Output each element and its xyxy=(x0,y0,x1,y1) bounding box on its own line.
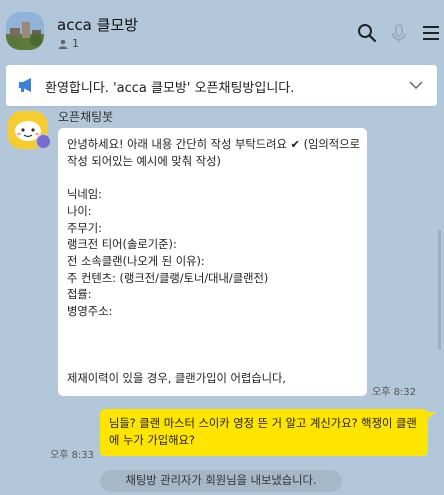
outgoing-message-text: 님들? 클랜 마스터 스이카 영정 뜬 거 알고 계신가요? 핵쟁이 클랜에 누… xyxy=(109,417,417,447)
notice-text: 환영합니다. 'acca 클모방' 오픈채팅방입니다. xyxy=(45,81,295,96)
room-title: acca 클모방 xyxy=(57,16,139,34)
incoming-message-time: 오후 8:32 xyxy=(372,387,417,398)
sender-name: 오픈채팅봇 xyxy=(58,110,114,124)
member-count[interactable]: 1 xyxy=(58,37,79,50)
outgoing-message-time: 오후 8:33 xyxy=(50,450,95,461)
system-message: 채팅방 관리자가 회원님을 내보냈습니다. xyxy=(100,470,342,492)
search-icon[interactable] xyxy=(357,23,377,43)
chat-header: acca 클모방 1 xyxy=(0,0,444,60)
scrollbar-thumb[interactable] xyxy=(438,230,441,350)
outgoing-message-bubble[interactable]: 님들? 클랜 마스터 스이카 영정 뜬 거 알고 계신가요? 핵쟁이 클랜에 누… xyxy=(100,409,428,456)
megaphone-icon xyxy=(19,78,31,92)
incoming-message-text: 안녕하세요! 아래 내용 간단히 작성 부탁드려요 ✔ (임의적으로 작성 되어… xyxy=(67,138,360,385)
person-icon xyxy=(58,39,68,49)
member-count-value: 1 xyxy=(72,37,79,50)
incoming-message-bubble[interactable]: 안녕하세요! 아래 내용 간단히 작성 부탁드려요 ✔ (임의적으로 작성 되어… xyxy=(58,128,367,396)
menu-icon[interactable] xyxy=(421,23,441,43)
bot-badge-icon xyxy=(36,134,51,149)
outgoing-bubble-tail xyxy=(427,412,436,420)
notice-bar[interactable]: 환영합니다. 'acca 클모방' 오픈채팅방입니다. xyxy=(6,65,437,106)
microphone-icon[interactable] xyxy=(389,23,409,43)
chevron-down-icon[interactable] xyxy=(409,80,423,90)
room-thumbnail[interactable] xyxy=(6,12,44,50)
